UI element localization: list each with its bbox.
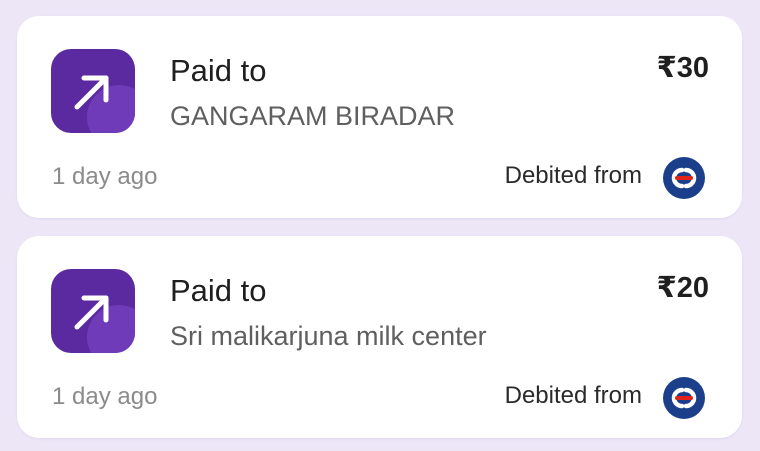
kotak-bank-icon (662, 156, 706, 200)
direction-label: Paid to (170, 53, 267, 88)
payee-name: GANGARAM BIRADAR (170, 101, 456, 131)
amount: ₹20 (656, 272, 709, 304)
direction-label: Paid to (170, 273, 267, 308)
debited-from-label: Debited from (504, 382, 642, 409)
amount: ₹30 (656, 52, 709, 84)
arrow-up-right-icon (51, 269, 135, 353)
timestamp: 1 day ago (52, 163, 158, 190)
arrow-up-right-icon (51, 49, 135, 133)
transaction-card[interactable]: Paid to Sri malikarjuna milk center ₹20 … (17, 236, 742, 438)
kotak-bank-icon (662, 376, 706, 420)
payee-name: Sri malikarjuna milk center (170, 321, 487, 351)
debited-from-label: Debited from (504, 162, 642, 189)
transaction-card[interactable]: Paid to GANGARAM BIRADAR ₹30 1 day ago D… (17, 16, 742, 218)
timestamp: 1 day ago (52, 383, 158, 410)
